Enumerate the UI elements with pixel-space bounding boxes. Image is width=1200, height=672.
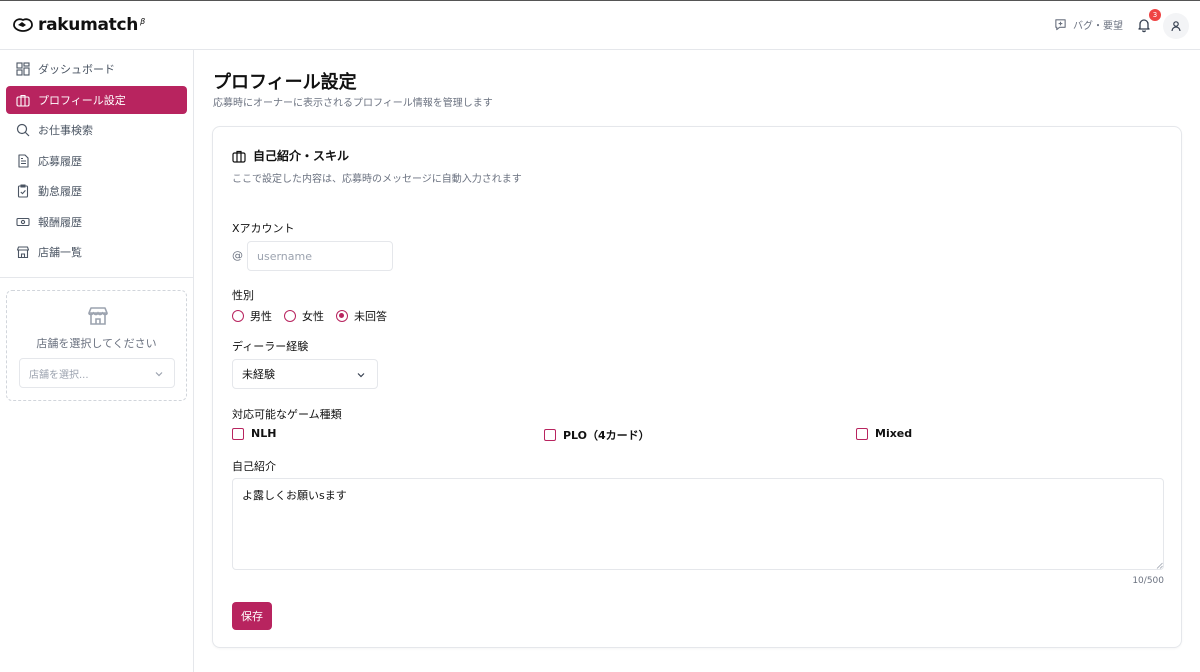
- user-menu-button[interactable]: [1163, 13, 1189, 39]
- radio-circle-selected[interactable]: [336, 310, 348, 322]
- feedback-label: バグ・要望: [1073, 21, 1123, 32]
- x-account-label: Xアカウント: [232, 222, 295, 235]
- dealer-experience-select[interactable]: 未経験: [232, 359, 378, 389]
- page-title: プロフィール設定: [213, 72, 357, 93]
- store-icon: [16, 246, 30, 259]
- checkbox-label: PLO（4カード）: [563, 429, 650, 442]
- document-icon: [18, 153, 29, 168]
- bio-label: 自己紹介: [232, 460, 276, 473]
- game-option-plo[interactable]: PLO（4カード）: [544, 427, 650, 443]
- sidebar-item-payments[interactable]: 報酬履歴: [6, 208, 187, 236]
- briefcase-icon: [232, 150, 246, 163]
- card-description: ここで設定した内容は、応募時のメッセージに自動入力されます: [232, 174, 522, 185]
- sidebar-item-label: 店舗一覧: [38, 246, 82, 259]
- message-plus-icon: [1055, 19, 1066, 31]
- clipboard-check-icon: [17, 184, 29, 198]
- sidebar-nav: ダッシュボード プロフィール設定 お仕事検索 応募履歴 勤怠履歴 報酬履歴 店舗…: [6, 55, 187, 269]
- sidebar-item-label: ダッシュボード: [38, 63, 115, 76]
- save-button[interactable]: 保存: [232, 602, 272, 630]
- logo-text: rakumatch: [38, 15, 139, 35]
- radio-label: 未回答: [354, 310, 387, 323]
- resize-handle-icon[interactable]: [1156, 562, 1163, 569]
- bio-textarea[interactable]: よ露しくお願いsます: [232, 478, 1164, 570]
- profile-card: 自己紹介・スキル ここで設定した内容は、応募時のメッセージに自動入力されます X…: [212, 126, 1182, 648]
- x-account-input[interactable]: [247, 241, 393, 271]
- checkbox[interactable]: [544, 429, 556, 441]
- sidebar-item-job-search[interactable]: お仕事検索: [6, 116, 187, 144]
- card-title: 自己紹介・スキル: [253, 149, 350, 163]
- radio-circle[interactable]: [284, 310, 296, 322]
- checkbox-label: NLH: [251, 427, 277, 440]
- logo-beta: β: [140, 16, 146, 26]
- sidebar-item-label: プロフィール設定: [38, 93, 126, 107]
- checkbox-label: Mixed: [875, 427, 913, 440]
- sidebar-divider: [0, 277, 194, 278]
- radio-circle[interactable]: [232, 310, 244, 322]
- checkbox[interactable]: [856, 427, 868, 440]
- dealer-experience-value: 未経験: [242, 368, 275, 381]
- card-header: 自己紹介・スキル: [232, 147, 349, 164]
- search-icon: [16, 123, 30, 137]
- game-option-mixed[interactable]: Mixed: [856, 427, 912, 440]
- user-icon: [1171, 21, 1181, 32]
- grid-icon: [16, 62, 30, 76]
- chevron-down-icon: [357, 373, 365, 378]
- store-select-placeholder: 店舗を選択...: [29, 369, 89, 381]
- sidebar-item-applications[interactable]: 応募履歴: [6, 147, 187, 175]
- sidebar-item-label: お仕事検索: [38, 124, 93, 137]
- sidebar-item-label: 勤怠履歴: [38, 185, 82, 198]
- checkbox[interactable]: [232, 427, 244, 440]
- store-select[interactable]: 店舗を選択...: [19, 358, 175, 388]
- top-bar: rakumatch β バグ・要望 3: [0, 0, 1200, 50]
- handshake-logo-icon: [13, 18, 33, 32]
- gender-option-unanswered[interactable]: 未回答: [336, 308, 387, 324]
- radio-label: 女性: [302, 310, 324, 323]
- sidebar-item-dashboard[interactable]: ダッシュボード: [6, 55, 187, 83]
- gender-option-male[interactable]: 男性: [232, 308, 272, 324]
- x-account-prefix: @: [232, 249, 243, 262]
- gender-option-female[interactable]: 女性: [284, 308, 324, 324]
- store-prompt: 店舗を選択してください: [36, 337, 157, 350]
- notification-badge: 3: [1149, 9, 1161, 21]
- page-subtitle: 応募時にオーナーに表示されるプロフィール情報を管理します: [213, 98, 493, 109]
- bell-icon[interactable]: [1136, 17, 1152, 33]
- banknote-icon: [16, 217, 30, 226]
- sidebar-item-label: 報酬履歴: [38, 215, 82, 229]
- store-icon: [88, 307, 108, 325]
- sidebar-item-attendance[interactable]: 勤怠履歴: [6, 177, 187, 205]
- gender-radio-group: 男性 女性 未回答: [232, 308, 387, 324]
- store-selector-panel: 店舗を選択してください 店舗を選択...: [6, 290, 187, 401]
- game-option-nlh[interactable]: NLH: [232, 427, 276, 440]
- dealer-experience-label: ディーラー経験: [232, 340, 309, 353]
- bio-character-counter: 10/500: [1132, 576, 1164, 586]
- sidebar: ダッシュボード プロフィール設定 お仕事検索 応募履歴 勤怠履歴 報酬履歴 店舗…: [0, 50, 194, 672]
- main-content: プロフィール設定 応募時にオーナーに表示されるプロフィール情報を管理します 自己…: [195, 50, 1200, 672]
- sidebar-item-stores[interactable]: 店舗一覧: [6, 238, 187, 266]
- games-label: 対応可能なゲーム種類: [232, 408, 342, 421]
- radio-label: 男性: [250, 310, 272, 323]
- sidebar-item-profile[interactable]: プロフィール設定: [6, 85, 187, 114]
- feedback-button[interactable]: バグ・要望: [1054, 17, 1123, 32]
- logo[interactable]: rakumatch β: [12, 15, 145, 35]
- sidebar-item-label: 応募履歴: [38, 154, 82, 168]
- briefcase-icon: [16, 94, 30, 107]
- chevron-down-icon: [155, 372, 163, 377]
- gender-label: 性別: [232, 289, 254, 302]
